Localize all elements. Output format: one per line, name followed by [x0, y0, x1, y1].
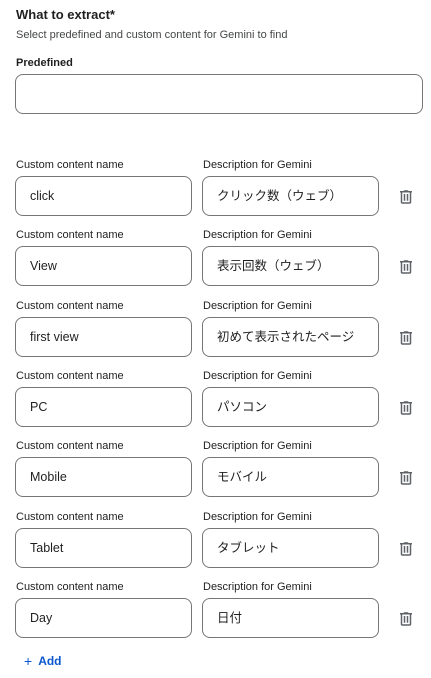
trash-icon[interactable] — [397, 610, 415, 628]
trash-icon[interactable] — [397, 188, 415, 206]
custom-content-row: Custom content name Description for Gemin… — [0, 511, 431, 581]
description-input[interactable]: クリック数（ウェブ） — [202, 176, 379, 216]
plus-icon: + — [24, 653, 33, 669]
description-label: Description for Gemini — [203, 159, 312, 171]
custom-content-name-label: Custom content name — [16, 511, 124, 523]
custom-content-name-label: Custom content name — [16, 440, 124, 452]
section-subtitle: Select predefined and custom content for… — [16, 29, 288, 41]
custom-content-row: Custom content name Description for Gemin… — [0, 440, 431, 510]
custom-content-name-label: Custom content name — [16, 229, 124, 241]
trash-icon[interactable] — [397, 329, 415, 347]
trash-icon[interactable] — [397, 540, 415, 558]
custom-content-row: Custom content name Description for Gemin… — [0, 581, 431, 651]
section-title: What to extract* — [16, 7, 115, 22]
predefined-label: Predefined — [16, 57, 73, 69]
trash-icon[interactable] — [397, 469, 415, 487]
add-button-label: Add — [38, 654, 62, 668]
description-label: Description for Gemini — [203, 440, 312, 452]
description-label: Description for Gemini — [203, 229, 312, 241]
custom-content-name-input[interactable]: Day — [15, 598, 192, 638]
custom-content-name-label: Custom content name — [16, 581, 124, 593]
trash-icon[interactable] — [397, 258, 415, 276]
add-button[interactable]: + Add — [24, 654, 62, 668]
custom-content-name-input[interactable]: Tablet — [15, 528, 192, 568]
custom-content-row: Custom content name Description for Gemin… — [0, 159, 431, 229]
custom-content-row: Custom content name Description for Gemin… — [0, 229, 431, 299]
extract-panel: What to extract* Select predefined and c… — [0, 0, 431, 678]
custom-content-name-label: Custom content name — [16, 300, 124, 312]
description-label: Description for Gemini — [203, 370, 312, 382]
custom-content-name-input[interactable]: Mobile — [15, 457, 192, 497]
description-input[interactable]: パソコン — [202, 387, 379, 427]
custom-content-row: Custom content name Description for Gemin… — [0, 370, 431, 440]
custom-content-row: Custom content name Description for Gemin… — [0, 300, 431, 370]
description-label: Description for Gemini — [203, 581, 312, 593]
description-input[interactable]: 初めて表示されたページ — [202, 317, 379, 357]
custom-content-name-label: Custom content name — [16, 370, 124, 382]
custom-content-name-label: Custom content name — [16, 159, 124, 171]
description-input[interactable]: モバイル — [202, 457, 379, 497]
description-label: Description for Gemini — [203, 300, 312, 312]
description-input[interactable]: 表示回数（ウェブ） — [202, 246, 379, 286]
description-label: Description for Gemini — [203, 511, 312, 523]
custom-content-name-input[interactable]: click — [15, 176, 192, 216]
custom-content-name-input[interactable]: first view — [15, 317, 192, 357]
custom-content-name-input[interactable]: View — [15, 246, 192, 286]
description-input[interactable]: タブレット — [202, 528, 379, 568]
description-input[interactable]: 日付 — [202, 598, 379, 638]
trash-icon[interactable] — [397, 399, 415, 417]
custom-content-name-input[interactable]: PC — [15, 387, 192, 427]
predefined-input[interactable] — [15, 74, 423, 114]
